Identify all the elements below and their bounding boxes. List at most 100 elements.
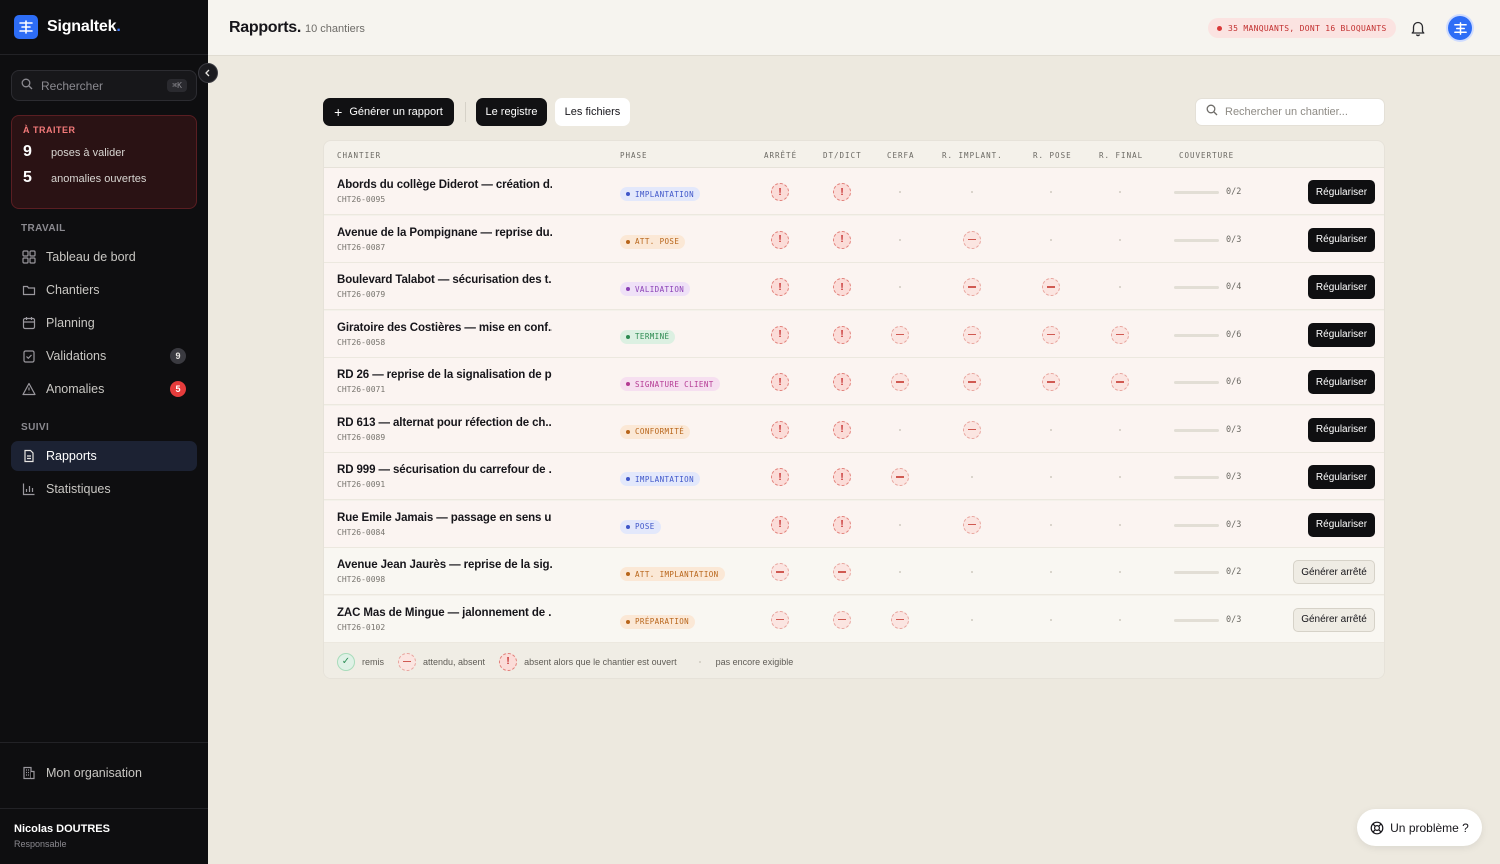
table-row[interactable]: ZAC Mas de Mingue — jalonnement de ... CH… bbox=[324, 595, 1384, 643]
regularize-button[interactable]: Régulariser bbox=[1308, 370, 1375, 394]
sidebar-item-sites[interactable]: Chantiers bbox=[11, 275, 197, 305]
status-arrete-missing-icon[interactable]: ! bbox=[771, 278, 789, 296]
status-cerfa-absent-icon[interactable] bbox=[891, 373, 909, 391]
column-header-dtdict[interactable]: DT/DICT bbox=[823, 151, 862, 160]
status-rimplant-absent-icon[interactable] bbox=[963, 278, 981, 296]
site-name[interactable]: Avenue Jean Jaurès — reprise de la sig..… bbox=[337, 559, 552, 571]
sidebar-item-planning[interactable]: Planning bbox=[11, 308, 197, 338]
status-dtdict-missing-icon[interactable]: ! bbox=[833, 183, 851, 201]
status-dtdict-missing-icon[interactable]: ! bbox=[833, 373, 851, 391]
site-name[interactable]: Rue Émile Jamais — passage en sens u... bbox=[337, 512, 552, 524]
column-header-rfinal[interactable]: R. FINAL bbox=[1099, 151, 1143, 160]
status-dtdict-missing-icon[interactable]: ! bbox=[833, 420, 851, 439]
todo-item-anomalies[interactable]: 5 anomalies ouvertes bbox=[23, 169, 185, 187]
generate-arrete-button[interactable]: Générer arrêté bbox=[1293, 607, 1375, 632]
status-arrete-missing-icon[interactable]: ! bbox=[771, 515, 789, 534]
status-arrete-missing-icon[interactable]: ! bbox=[771, 325, 789, 344]
column-header-cerfa[interactable]: CERFA bbox=[887, 151, 915, 160]
regularize-button[interactable]: Régulariser bbox=[1308, 512, 1375, 537]
table-row[interactable]: Boulevard Talabot — sécurisation des t..… bbox=[324, 263, 1384, 310]
site-name[interactable]: RD 26 — reprise de la signalisation de p… bbox=[337, 369, 552, 381]
status-rimplant-absent-icon[interactable] bbox=[963, 420, 981, 439]
sidebar-item-dashboard[interactable]: Tableau de bord bbox=[11, 242, 197, 272]
status-rimplant-absent-icon[interactable] bbox=[963, 325, 981, 344]
status-rpose-absent-icon[interactable] bbox=[1042, 373, 1060, 391]
status-dtdict-missing-icon[interactable]: ! bbox=[833, 230, 851, 249]
todo-item-poses[interactable]: 9 poses à valider bbox=[23, 143, 185, 161]
status-rfinal-absent-icon[interactable] bbox=[1111, 373, 1129, 391]
site-name[interactable]: Giratoire des Costières — mise en conf..… bbox=[337, 322, 552, 334]
status-cerfa-absent-icon[interactable] bbox=[891, 610, 909, 629]
regularize-button[interactable]: Régulariser bbox=[1308, 465, 1375, 489]
sidebar-item-anomalies[interactable]: Anomalies 5 bbox=[11, 374, 197, 404]
site-search-input[interactable] bbox=[1225, 106, 1375, 118]
status-dtdict-missing-icon[interactable]: ! bbox=[833, 278, 851, 296]
section-label-work: TRAVAIL bbox=[21, 223, 66, 234]
site-name[interactable]: RD 999 — sécurisation du carrefour de ..… bbox=[337, 464, 552, 476]
status-rfinal-absent-icon[interactable] bbox=[1111, 325, 1129, 344]
column-header-arrete[interactable]: ARRÊTÉ bbox=[764, 151, 797, 160]
status-rpose-absent-icon[interactable] bbox=[1042, 325, 1060, 344]
sidebar-search[interactable]: Rechercher ⌘K bbox=[11, 70, 197, 101]
tab-register[interactable]: Le registre bbox=[476, 98, 547, 126]
generate-report-button[interactable]: + Générer un rapport bbox=[323, 98, 454, 126]
status-dtdict-missing-icon[interactable]: ! bbox=[833, 468, 851, 486]
status-arrete-missing-icon[interactable]: ! bbox=[771, 373, 789, 391]
brand[interactable]: Signaltek. bbox=[0, 0, 208, 55]
sidebar-item-reports[interactable]: Rapports bbox=[11, 441, 197, 471]
status-rimplant-absent-icon[interactable] bbox=[963, 515, 981, 534]
collapse-sidebar-button[interactable] bbox=[198, 63, 218, 83]
table-row[interactable]: Abords du collège Diderot — création d..… bbox=[324, 168, 1384, 215]
site-search[interactable] bbox=[1195, 98, 1385, 126]
status-dtdict-absent-icon[interactable] bbox=[833, 610, 851, 629]
sidebar-item-validations[interactable]: Validations 9 bbox=[11, 341, 197, 371]
status-rpose-na-icon bbox=[1042, 421, 1060, 439]
table-row[interactable]: Rue Émile Jamais — passage en sens u... C… bbox=[324, 500, 1384, 548]
sidebar-item-stats[interactable]: Statistiques bbox=[11, 474, 197, 504]
regularize-button[interactable]: Régulariser bbox=[1308, 275, 1375, 299]
sidebar-item-organization[interactable]: Mon organisation bbox=[11, 758, 197, 788]
status-rimplant-absent-icon[interactable] bbox=[963, 373, 981, 391]
status-arrete-missing-icon[interactable]: ! bbox=[771, 230, 789, 249]
table-row[interactable]: Avenue de la Pompignane — reprise du... C… bbox=[324, 215, 1384, 263]
regularize-button[interactable]: Régulariser bbox=[1308, 180, 1375, 204]
column-header-rimplant[interactable]: R. IMPLANT. bbox=[942, 151, 1003, 160]
generate-arrete-button[interactable]: Générer arrêté bbox=[1293, 560, 1375, 584]
regularize-button[interactable]: Régulariser bbox=[1308, 227, 1375, 252]
table-row[interactable]: RD 999 — sécurisation du carrefour de ..… bbox=[324, 453, 1384, 500]
column-header-rpose[interactable]: R. POSE bbox=[1033, 151, 1072, 160]
status-arrete-missing-icon[interactable]: ! bbox=[771, 468, 789, 486]
column-header-phase[interactable]: PHASE bbox=[620, 151, 648, 160]
site-name[interactable]: Avenue de la Pompignane — reprise du... bbox=[337, 227, 552, 239]
site-name[interactable]: ZAC Mas de Mingue — jalonnement de ... bbox=[337, 607, 552, 619]
status-dtdict-missing-icon[interactable]: ! bbox=[833, 325, 851, 344]
status-arrete-absent-icon[interactable] bbox=[771, 563, 789, 581]
status-rimplant-absent-icon[interactable] bbox=[963, 230, 981, 249]
bell-icon[interactable] bbox=[1409, 19, 1427, 37]
table-row[interactable]: RD 613 — alternat pour réfection de ch..… bbox=[324, 405, 1384, 453]
status-dtdict-absent-icon[interactable] bbox=[833, 563, 851, 581]
tab-files[interactable]: Les fichiers bbox=[555, 98, 630, 126]
column-header-site[interactable]: CHANTIER bbox=[337, 151, 381, 160]
status-arrete-absent-icon[interactable] bbox=[771, 610, 789, 629]
table-row[interactable]: RD 26 — reprise de la signalisation de p… bbox=[324, 358, 1384, 405]
search-shortcut: ⌘K bbox=[167, 79, 187, 92]
regularize-button[interactable]: Régulariser bbox=[1308, 322, 1375, 347]
status-cerfa-absent-icon[interactable] bbox=[891, 468, 909, 486]
missing-alert-badge[interactable]: 35 MANQUANTS, DONT 16 BLOQUANTS bbox=[1208, 18, 1396, 38]
site-name[interactable]: Abords du collège Diderot — création d..… bbox=[337, 179, 552, 191]
status-arrete-missing-icon[interactable]: ! bbox=[771, 420, 789, 439]
site-name[interactable]: RD 613 — alternat pour réfection de ch..… bbox=[337, 417, 552, 429]
user-profile[interactable]: Nicolas DOUTRES Responsable bbox=[0, 808, 208, 849]
site-name[interactable]: Boulevard Talabot — sécurisation des t..… bbox=[337, 274, 552, 286]
status-cerfa-absent-icon[interactable] bbox=[891, 325, 909, 344]
help-button[interactable]: Un problème ? bbox=[1357, 809, 1482, 846]
status-arrete-missing-icon[interactable]: ! bbox=[771, 183, 789, 201]
regularize-button[interactable]: Régulariser bbox=[1308, 417, 1375, 442]
status-rpose-absent-icon[interactable] bbox=[1042, 278, 1060, 296]
avatar[interactable] bbox=[1448, 16, 1472, 40]
status-dtdict-missing-icon[interactable]: ! bbox=[833, 515, 851, 534]
table-row[interactable]: Avenue Jean Jaurès — reprise de la sig..… bbox=[324, 548, 1384, 595]
table-row[interactable]: Giratoire des Costières — mise en conf..… bbox=[324, 310, 1384, 358]
column-header-coverage[interactable]: COUVERTURE bbox=[1179, 151, 1234, 160]
